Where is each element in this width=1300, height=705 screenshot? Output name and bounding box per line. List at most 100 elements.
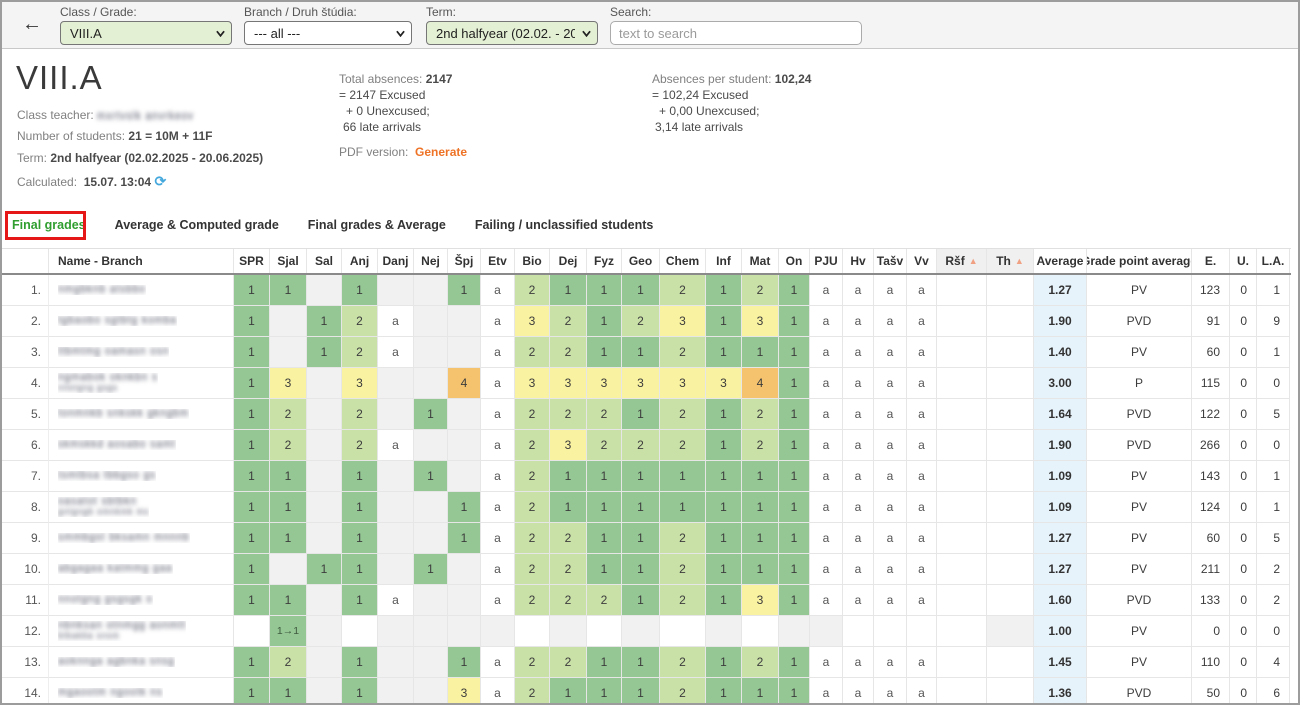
grade-cell-bio[interactable]: 2 [515, 678, 550, 705]
grade-cell-chem[interactable]: 3 [660, 368, 706, 399]
grade-cell-vv[interactable]: a [907, 399, 937, 430]
term-select[interactable]: 2nd halfyear (02.02. - 20.06.2025) [426, 21, 598, 45]
grade-cell-anj[interactable] [342, 616, 378, 647]
grade-cell-hv[interactable]: a [843, 523, 874, 554]
grade-cell-sal[interactable] [307, 616, 342, 647]
tab-final-grades[interactable]: Final grades [12, 218, 86, 232]
grade-cell-inf[interactable] [706, 616, 742, 647]
grade-cell-hv[interactable]: a [843, 647, 874, 678]
tab-average-computed-grade[interactable]: Average & Computed grade [115, 218, 279, 232]
grade-cell-on[interactable]: 1 [779, 647, 810, 678]
back-arrow-icon[interactable]: ← [22, 13, 42, 36]
grade-cell-bio[interactable]: 2 [515, 337, 550, 368]
grade-cell-on[interactable]: 1 [779, 430, 810, 461]
grade-cell-geo[interactable]: 1 [622, 492, 660, 523]
grade-cell-danj[interactable] [378, 554, 414, 585]
grade-cell-ršf[interactable] [937, 306, 987, 337]
grade-cell-anj[interactable]: 1 [342, 678, 378, 705]
grade-cell-pju[interactable]: a [810, 461, 843, 492]
grade-cell-nej[interactable]: 1 [414, 461, 448, 492]
grade-cell-th[interactable] [987, 430, 1034, 461]
grade-cell-chem[interactable]: 2 [660, 523, 706, 554]
class-grade-select[interactable]: VIII.A [60, 21, 232, 45]
grade-cell-danj[interactable]: a [378, 337, 414, 368]
grade-cell-hv[interactable]: a [843, 306, 874, 337]
grade-cell-on[interactable]: 1 [779, 275, 810, 306]
grade-cell-on[interactable]: 1 [779, 306, 810, 337]
grade-cell-chem[interactable]: 2 [660, 399, 706, 430]
grade-cell-mat[interactable]: 2 [742, 647, 779, 678]
grade-cell-mat[interactable]: 1 [742, 678, 779, 705]
grade-cell-ršf[interactable] [937, 554, 987, 585]
grade-cell-inf[interactable]: 3 [706, 368, 742, 399]
grade-cell-on[interactable] [779, 616, 810, 647]
grade-cell-tašv[interactable]: a [874, 275, 907, 306]
grade-cell-fyz[interactable]: 1 [587, 647, 622, 678]
grade-cell-mat[interactable]: 4 [742, 368, 779, 399]
grade-cell-sal[interactable] [307, 647, 342, 678]
grade-cell-etv[interactable]: a [481, 554, 515, 585]
student-name-cell[interactable]: oasatot sbtbkn gntgngb omnkmk ms [49, 492, 234, 523]
grade-cell-vv[interactable]: a [907, 306, 937, 337]
grade-cell-tašv[interactable]: a [874, 461, 907, 492]
grade-cell-danj[interactable] [378, 275, 414, 306]
grade-cell-tašv[interactable]: a [874, 368, 907, 399]
grade-cell-sal[interactable]: 1 [307, 337, 342, 368]
grade-cell-dej[interactable]: 1 [550, 492, 587, 523]
search-input[interactable] [610, 21, 862, 45]
grade-cell-vv[interactable]: a [907, 461, 937, 492]
grade-cell-nej[interactable] [414, 492, 448, 523]
grade-cell-ršf[interactable] [937, 461, 987, 492]
grade-cell-th[interactable] [987, 616, 1034, 647]
grade-cell-bio[interactable]: 2 [515, 523, 550, 554]
grade-cell-špj[interactable]: 1 [448, 492, 481, 523]
tab-final-grades-average[interactable]: Final grades & Average [308, 218, 446, 232]
grade-cell-pju[interactable]: a [810, 678, 843, 705]
grade-cell-bio[interactable]: 2 [515, 647, 550, 678]
student-name-cell[interactable]: tgbaobo sgtbtg komba [49, 306, 234, 337]
grade-cell-sal[interactable] [307, 461, 342, 492]
grade-cell-anj[interactable]: 1 [342, 554, 378, 585]
grade-cell-fyz[interactable]: 2 [587, 585, 622, 616]
branch-select[interactable]: --- all --- [244, 21, 412, 45]
grade-cell-spr[interactable]: 1 [234, 337, 270, 368]
grade-cell-nej[interactable]: 1 [414, 399, 448, 430]
grade-cell-mat[interactable]: 3 [742, 585, 779, 616]
grade-cell-nej[interactable] [414, 647, 448, 678]
grade-cell-etv[interactable] [481, 616, 515, 647]
grade-cell-fyz[interactable]: 3 [587, 368, 622, 399]
grade-cell-etv[interactable]: a [481, 306, 515, 337]
grade-cell-špj[interactable]: 3 [448, 678, 481, 705]
grade-cell-geo[interactable]: 1 [622, 337, 660, 368]
grade-cell-hv[interactable]: a [843, 461, 874, 492]
grade-cell-bio[interactable]: 2 [515, 275, 550, 306]
grade-cell-dej[interactable]: 2 [550, 647, 587, 678]
grade-cell-fyz[interactable]: 2 [587, 430, 622, 461]
grade-cell-th[interactable] [987, 585, 1034, 616]
grade-cell-danj[interactable]: a [378, 430, 414, 461]
grade-cell-špj[interactable] [448, 461, 481, 492]
grade-cell-špj[interactable]: 4 [448, 368, 481, 399]
grade-cell-nej[interactable] [414, 678, 448, 705]
grade-cell-vv[interactable]: a [907, 275, 937, 306]
grade-cell-špj[interactable]: 1 [448, 647, 481, 678]
grade-cell-dej[interactable]: 3 [550, 368, 587, 399]
grade-cell-nej[interactable] [414, 523, 448, 554]
grade-cell-etv[interactable]: a [481, 461, 515, 492]
grade-cell-chem[interactable] [660, 616, 706, 647]
grade-cell-on[interactable]: 1 [779, 337, 810, 368]
grade-cell-mat[interactable]: 3 [742, 306, 779, 337]
grade-cell-hv[interactable]: a [843, 368, 874, 399]
grade-cell-inf[interactable]: 1 [706, 275, 742, 306]
grade-cell-etv[interactable]: a [481, 337, 515, 368]
grade-cell-ršf[interactable] [937, 616, 987, 647]
grade-cell-th[interactable] [987, 368, 1034, 399]
grade-cell-špj[interactable] [448, 616, 481, 647]
grade-cell-spr[interactable]: 1 [234, 647, 270, 678]
grade-cell-mat[interactable]: 1 [742, 554, 779, 585]
student-name-cell[interactable]: nmgbknb atsbbo [49, 275, 234, 306]
grade-cell-on[interactable]: 1 [779, 523, 810, 554]
grade-cell-sal[interactable] [307, 492, 342, 523]
grade-cell-sal[interactable] [307, 368, 342, 399]
grade-cell-dej[interactable]: 2 [550, 306, 587, 337]
